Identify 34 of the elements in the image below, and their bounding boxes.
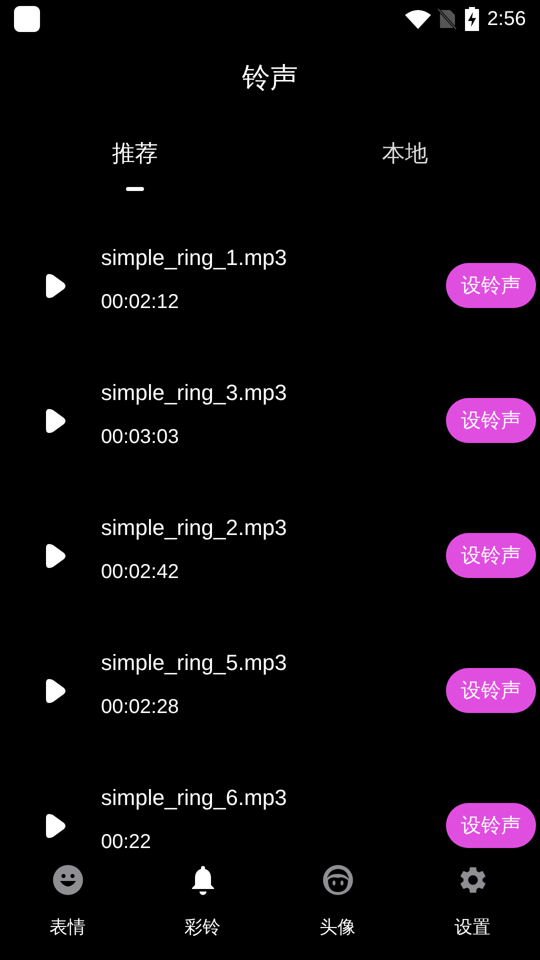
wifi-icon (405, 9, 432, 29)
smiley-icon (52, 864, 84, 896)
play-button[interactable] (44, 542, 68, 570)
ringtone-duration: 00:02:12 (101, 290, 180, 314)
nav-item[interactable]: 彩铃 (135, 860, 270, 960)
play-icon (45, 408, 67, 434)
play-icon (45, 812, 67, 838)
status-time: 2:56 (487, 7, 526, 32)
play-icon (45, 272, 67, 298)
nav-item[interactable]: 头像 (270, 860, 405, 960)
play-button[interactable] (44, 272, 68, 300)
no-sim-icon (437, 8, 458, 30)
play-icon (45, 678, 67, 704)
page-title: 铃声 (242, 61, 298, 95)
tab[interactable]: 本地 (382, 136, 428, 190)
nav-item[interactable]: 设置 (405, 860, 540, 960)
ringtone-name: simple_ring_5.mp3 (101, 648, 288, 676)
ringtone-name: simple_ring_6.mp3 (101, 784, 288, 812)
play-button[interactable] (44, 406, 68, 434)
play-icon (45, 542, 67, 568)
battery-charging-icon (465, 7, 480, 31)
tab[interactable]: 推荐 (112, 136, 158, 190)
avatar-icon (322, 864, 354, 896)
play-button[interactable] (44, 676, 68, 704)
notification-icon (14, 6, 40, 32)
ringtone-duration: 00:02:42 (101, 560, 180, 584)
ringtone-duration: 00:22 (101, 830, 152, 854)
ringtone-name: simple_ring_2.mp3 (101, 514, 288, 542)
play-button[interactable] (44, 812, 68, 840)
nav-item[interactable]: 表情 (0, 860, 135, 960)
ringtone-name: simple_ring_3.mp3 (101, 378, 288, 406)
ringtone-duration: 00:03:03 (101, 424, 180, 448)
ringtone-duration: 00:02:28 (101, 694, 180, 718)
ringtone-name: simple_ring_1.mp3 (101, 244, 288, 272)
